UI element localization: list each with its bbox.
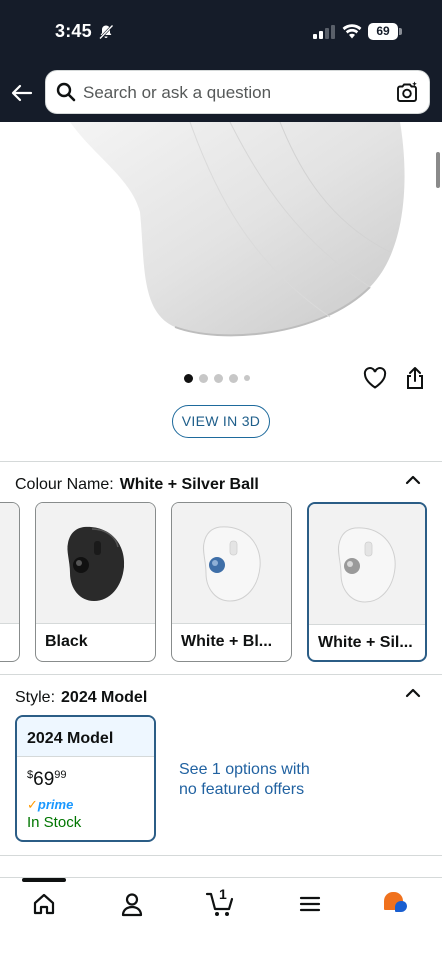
scroll-indicator[interactable] (436, 152, 440, 188)
colour-swatch-partial[interactable] (0, 502, 20, 662)
rufus-assistant-icon[interactable] (382, 890, 408, 916)
camera-search-icon[interactable] (395, 80, 419, 104)
view-in-3d-button[interactable]: VIEW IN 3D (172, 405, 270, 438)
swatch-label: Black (45, 633, 88, 650)
colour-swatch-black[interactable]: Black (35, 502, 156, 662)
style-label: Style: 2024 Model (15, 689, 148, 706)
colour-name-label: Colour Name: White + Silver Ball (15, 476, 259, 493)
share-icon[interactable] (404, 366, 426, 390)
price: $6999 (27, 769, 67, 790)
colour-swatch-white-silver[interactable]: White + Sil... (307, 502, 427, 662)
product-image[interactable] (0, 122, 442, 362)
search-header: Search or ask a question (0, 64, 442, 122)
image-carousel-dots[interactable] (184, 373, 250, 383)
account-icon[interactable] (119, 891, 145, 917)
carousel-dot[interactable] (244, 375, 250, 381)
carousel-dot[interactable] (199, 373, 208, 383)
style-option-card[interactable]: 2024 Model $6999 ✓prime In Stock (15, 715, 156, 842)
battery-icon: 69 (368, 23, 402, 40)
menu-icon[interactable] (297, 891, 323, 917)
battery-level: 69 (368, 23, 398, 40)
colour-selected-value: White + Silver Ball (119, 476, 259, 493)
carousel-dot[interactable] (229, 373, 238, 383)
cart-count-badge: 1 (219, 886, 227, 902)
back-arrow-icon[interactable] (10, 81, 34, 105)
swatch-label: White + Sil... (318, 634, 413, 651)
chevron-up-icon[interactable] (405, 688, 421, 698)
carousel-dot[interactable] (184, 373, 193, 383)
divider (0, 461, 442, 462)
search-input[interactable]: Search or ask a question (45, 70, 430, 114)
divider (0, 674, 442, 675)
style-selected-value: 2024 Model (61, 689, 148, 706)
active-tab-indicator (22, 878, 66, 882)
wifi-icon (342, 24, 362, 39)
cellular-signal-icon (313, 25, 335, 39)
bell-off-icon (99, 24, 114, 40)
status-time: 3:45 (55, 21, 92, 41)
bottom-sheet-edge (0, 877, 442, 885)
stock-status: In Stock (27, 814, 82, 831)
see-options-link[interactable]: See 1 options with no featured offers (179, 760, 329, 800)
divider (0, 855, 442, 856)
white-silver-mouse-image (337, 527, 396, 603)
carousel-dot[interactable] (214, 373, 223, 383)
black-mouse-image (66, 526, 124, 601)
search-icon (56, 82, 76, 102)
home-icon[interactable] (31, 891, 57, 917)
prime-badge: ✓prime (27, 797, 74, 812)
style-card-title: 2024 Model (27, 730, 114, 747)
chevron-up-icon[interactable] (405, 475, 421, 485)
search-placeholder: Search or ask a question (83, 83, 272, 102)
mouse-closeup-image (70, 122, 405, 337)
heart-icon[interactable] (363, 367, 387, 389)
swatch-label: White + Bl... (181, 633, 273, 650)
colour-swatch-white-blue[interactable]: White + Bl... (171, 502, 292, 662)
status-bar: 3:45 69 (0, 0, 442, 64)
white-blue-mouse-image (202, 526, 261, 602)
